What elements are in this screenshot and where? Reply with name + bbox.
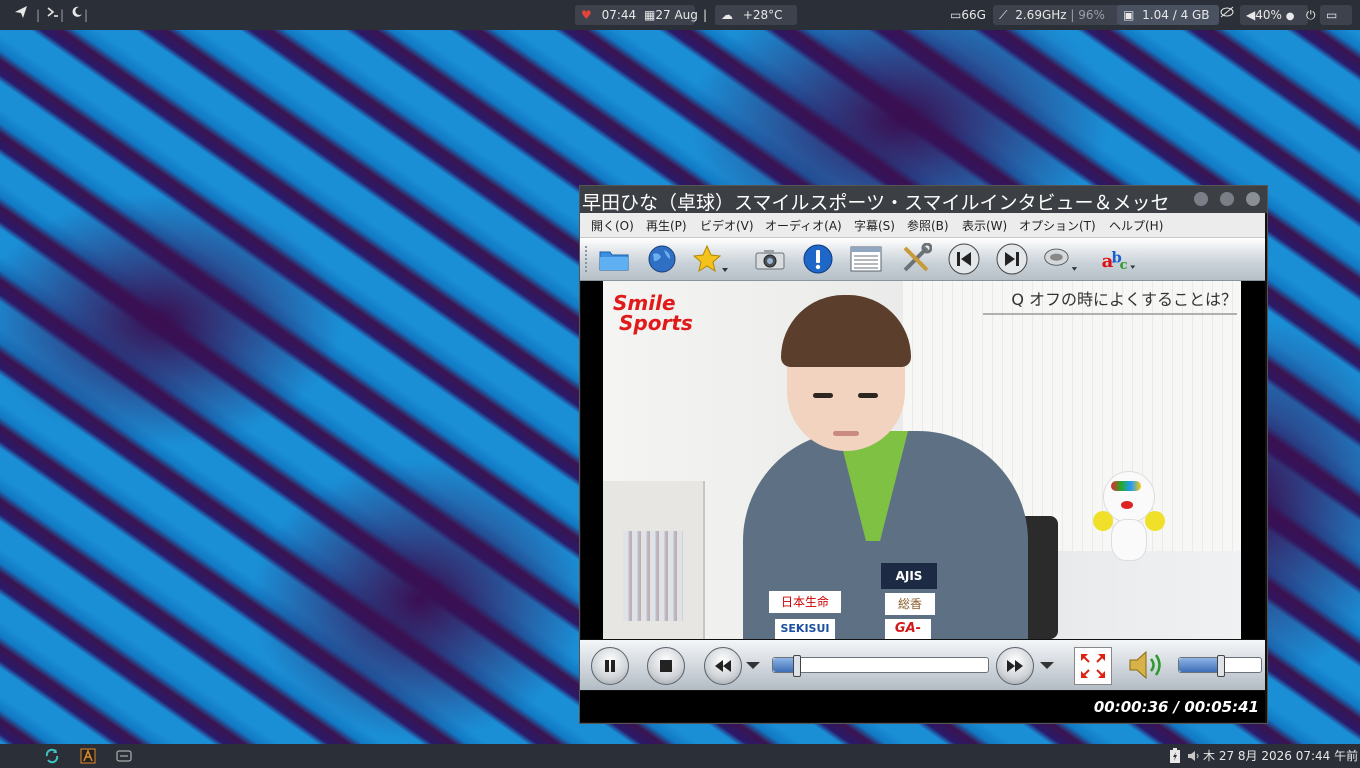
maximize-button[interactable]: [1220, 192, 1234, 206]
star-icon[interactable]: [692, 242, 728, 276]
datetime-clock[interactable]: 木 27 8月 2026 07:44 午前: [1203, 748, 1358, 764]
toolbar: abc: [580, 238, 1265, 281]
volume-slider[interactable]: [1178, 655, 1262, 677]
separator: |: [84, 8, 89, 22]
badge-sponsor2: SEKISUI: [775, 619, 835, 639]
status-bar: 00:00:36 / 00:05:41: [580, 691, 1265, 722]
control-bar: [580, 640, 1265, 690]
pause-button[interactable]: [591, 647, 629, 685]
memory-widget[interactable]: ▣ 1.04 / 4 GB: [1117, 5, 1219, 25]
clock-widget[interactable]: ♥ 07:44 ▦27 Aug: [575, 5, 698, 25]
subtitle-icon[interactable]: abc: [1100, 242, 1136, 276]
seek-bar[interactable]: [772, 655, 989, 677]
cloud-icon: ☁: [721, 8, 733, 22]
heart-icon: ♥: [581, 8, 592, 22]
disk-text: 66G: [961, 8, 986, 22]
weather-widget[interactable]: ☁ +28°C: [715, 5, 797, 25]
video-area[interactable]: AJIS 日本生命 総香 SEKISUI GA- Smile Sports Q …: [581, 281, 1265, 639]
disk-widget[interactable]: ▭66G: [944, 5, 992, 25]
cpu-freq: 2.69GHz: [1015, 8, 1067, 22]
media-player-window: 早田ひな（卓球）スマイルスポーツ・スマイルインタビュー＆メッセ 開く(O) 再生…: [579, 185, 1268, 724]
video-frame: AJIS 日本生命 総香 SEKISUI GA- Smile Sports Q …: [603, 281, 1241, 639]
badge-brand: AJIS: [881, 563, 937, 589]
menu-video[interactable]: ビデオ(V): [700, 217, 754, 234]
smile-sports-logo: Smile Sports: [613, 293, 693, 333]
memory-icon: ▣: [1123, 8, 1135, 22]
logo-line1: Smile: [613, 291, 676, 315]
window-title: 早田ひな（卓球）スマイルスポーツ・スマイルインタビュー＆メッセ: [582, 192, 1170, 213]
forward-button[interactable]: [996, 647, 1034, 685]
next-icon[interactable]: [994, 242, 1030, 276]
fullscreen-button[interactable]: [1074, 647, 1112, 685]
cpu-load: 96%: [1078, 8, 1105, 22]
books: [623, 531, 683, 621]
folder-icon[interactable]: [596, 242, 632, 276]
volume-icon[interactable]: [1126, 649, 1166, 681]
eye-off-icon[interactable]: [1213, 5, 1241, 25]
menu-browse[interactable]: 参照(B): [907, 217, 949, 234]
menu-bar: 開く(O) 再生(P) ビデオ(V) オーディオ(A) 字幕(S) 参照(B) …: [580, 213, 1265, 238]
menu-help[interactable]: ヘルプ(H): [1109, 217, 1163, 234]
volume-level: [1179, 658, 1220, 672]
volume-widget[interactable]: ◀40% ●: [1240, 5, 1308, 25]
info-icon[interactable]: [800, 242, 836, 276]
disk-icon: ▭: [950, 8, 962, 22]
tools-icon[interactable]: [898, 242, 934, 276]
time-display: 00:00:36 / 00:05:41: [1093, 698, 1259, 716]
badge-sponsor4: 総香: [885, 593, 935, 615]
power-icon[interactable]: ⏻: [1300, 5, 1322, 25]
refresh-icon[interactable]: [44, 748, 60, 764]
title-bar[interactable]: 早田ひな（卓球）スマイルスポーツ・スマイルインタビュー＆メッセ: [580, 186, 1267, 213]
svg-text:c: c: [1120, 258, 1128, 273]
heart-time: 07:44: [601, 8, 637, 22]
speaker-icon[interactable]: [1186, 748, 1202, 764]
fullscreen-icon: [1081, 654, 1105, 678]
volume-text: 40%: [1255, 8, 1282, 22]
globe-icon[interactable]: [644, 242, 680, 276]
badge-sponsor1: 日本生命: [769, 591, 841, 613]
volume-handle[interactable]: [1217, 655, 1225, 677]
toolbar-grip[interactable]: [585, 246, 590, 272]
menu-view[interactable]: 表示(W): [962, 217, 1007, 234]
menu-open[interactable]: 開く(O): [591, 217, 634, 234]
seek-handle[interactable]: [793, 655, 801, 677]
menu-options[interactable]: オプション(T): [1019, 217, 1096, 234]
date-text: 27 Aug: [655, 8, 698, 22]
mic-icon: ●: [1285, 11, 1295, 22]
close-button[interactable]: [1246, 192, 1260, 206]
person-eye-left: [813, 393, 833, 398]
person-eye-right: [858, 393, 878, 398]
bottom-panel: 木 27 8月 2026 07:44 午前: [0, 744, 1360, 768]
badge-sponsor3: GA-: [885, 619, 931, 639]
app-launcher-icon[interactable]: [80, 748, 96, 764]
rewind-dropdown-icon[interactable]: [746, 662, 760, 669]
memory-text: 1.04 / 4 GB: [1142, 8, 1210, 22]
menu-subtitle[interactable]: 字幕(S): [854, 217, 895, 234]
logo-line2: Sports: [619, 311, 693, 335]
previous-icon[interactable]: [946, 242, 982, 276]
top-panel: | | | ♥ 07:44 ▦27 Aug | ☁ +28°C ▭66G ⟋ 2…: [0, 0, 1360, 30]
menu-play[interactable]: 再生(P): [646, 217, 687, 234]
audio-track-icon[interactable]: [1042, 242, 1078, 276]
separator: |: [703, 8, 708, 22]
keyboard-icon[interactable]: ▭: [1320, 5, 1352, 25]
stop-button[interactable]: [647, 647, 685, 685]
playlist-icon[interactable]: [848, 242, 884, 276]
forward-dropdown-icon[interactable]: [1040, 662, 1054, 669]
menu-audio[interactable]: オーディオ(A): [765, 217, 842, 234]
speaker-icon: ◀: [1246, 8, 1256, 22]
window-icon[interactable]: [116, 748, 132, 764]
mascot: [1093, 471, 1165, 561]
camera-icon[interactable]: [752, 242, 788, 276]
person-hair: [781, 295, 911, 367]
cpu-widget[interactable]: ⟋ 2.69GHz | 96%: [993, 5, 1120, 25]
minimize-button[interactable]: [1194, 192, 1208, 206]
battery-icon[interactable]: [1169, 748, 1185, 764]
cpu-graph-icon: ⟋: [999, 8, 1008, 22]
calendar-icon: ▦: [644, 8, 656, 22]
rewind-button[interactable]: [704, 647, 742, 685]
weather-text: +28°C: [742, 8, 783, 22]
person-mouth: [833, 431, 859, 436]
question-caption: Q オフの時によくすることは？: [983, 287, 1237, 315]
